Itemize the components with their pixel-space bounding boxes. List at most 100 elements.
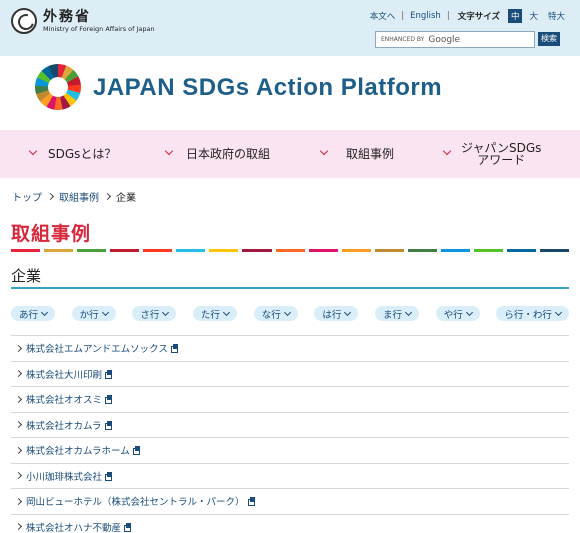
global-nav: SDGsとは？ 日本政府の取組 取組事例 ジャパンSDGs アワード [0,130,580,178]
kana-filter-bar: あ行 か行 さ行 た行 な行 は行 ま行 や行 ら行・わ行 [11,306,569,321]
nav-item-japan-sdgs-award[interactable]: ジャパンSDGs アワード [442,130,542,178]
chevron-down-icon [222,308,231,316]
kana-label: あ行 [19,309,39,321]
chevron-right-icon [14,497,23,505]
chevron-right-icon [14,344,23,352]
company-link[interactable]: 株式会社エムアンドエムソックス [26,341,168,355]
stripe-segment [308,249,338,252]
kana-label: や行 [443,309,463,321]
list-item[interactable]: 株式会社エムアンドエムソックス [11,335,569,361]
utility-links: 本文へ | English | 文字サイズ 中 大 特大 [370,9,568,23]
kana-filter-sa[interactable]: さ行 [132,306,177,321]
list-item[interactable]: 株式会社オオスミ [11,386,569,412]
kana-label: は行 [322,309,342,321]
search-input[interactable]: ENHANCED BY Google [375,31,535,48]
company-link[interactable]: 株式会社大川印刷 [26,367,102,381]
chevron-down-icon [28,146,38,156]
sdgs-color-stripe [11,249,570,252]
external-link-icon [105,395,113,405]
chevron-right-icon [14,421,23,429]
breadcrumb-case-studies[interactable]: 取組事例 [59,189,99,204]
list-item[interactable]: 株式会社大川印刷 [11,360,569,387]
list-item[interactable]: 岡山ビューホテル（株式会社セントラル・パーク） [11,488,569,514]
nav-item-case-studies[interactable]: 取組事例 [319,130,394,178]
chevron-right-icon [14,395,23,403]
kana-filter-ha[interactable]: は行 [314,306,359,321]
company-link[interactable]: 株式会社オカムラ [26,418,102,432]
english-link[interactable]: English [410,11,441,21]
stripe-segment [44,249,74,252]
kana-label: ま行 [383,309,403,321]
chevron-right-icon [14,523,23,531]
font-size-xlarge-button[interactable]: 特大 [545,9,568,23]
chevron-right-icon [14,446,23,454]
ministry-name-en: Ministry of Foreign Affairs of Japan [43,24,155,33]
chevron-down-icon [442,146,452,156]
company-link[interactable]: 株式会社オオスミ [26,392,102,406]
stripe-segment [77,249,107,252]
nav-item-about-sdgs[interactable]: SDGsとは？ [28,130,117,178]
chevron-down-icon [465,308,473,316]
chevron-down-icon [405,308,413,316]
chevron-down-icon [344,308,352,316]
external-link-icon [132,446,141,456]
divider: | [446,11,450,21]
sdgs-wheel-icon[interactable] [35,64,81,110]
stripe-segment [275,249,305,252]
kana-filter-ra-wa[interactable]: ら行・わ行 [496,306,569,321]
nav-label: 日本政府の取組 [186,147,271,161]
chevron-down-icon [162,308,170,316]
kana-label: ら行・わ行 [504,309,552,321]
font-size-label: 文字サイズ [457,12,500,22]
external-link-icon [105,369,113,379]
nav-label: ジャパンSDGs アワード [461,141,542,167]
kana-filter-a[interactable]: あ行 [11,306,56,321]
external-link-icon [124,522,132,532]
site-header: 外務省 Ministry of Foreign Affairs of Japan… [0,0,580,56]
list-item[interactable]: 株式会社オカムラ [11,411,569,438]
stripe-segment [506,249,536,252]
list-item[interactable]: 小川珈琲株式会社 [11,462,569,489]
kana-label: た行 [201,309,221,321]
font-size-medium-button[interactable]: 中 [507,9,523,23]
kana-label: な行 [261,309,281,321]
list-item[interactable]: 株式会社オハナ不動産 [11,513,569,533]
kana-filter-ka[interactable]: か行 [71,306,116,321]
chevron-down-icon [101,308,109,316]
nav-label: SDGsとは？ [48,147,117,161]
stripe-segment [374,249,404,252]
kana-filter-ya[interactable]: や行 [435,306,480,321]
stripe-segment [242,249,272,252]
search-button[interactable]: 検索 [538,32,560,46]
company-link[interactable]: 株式会社オカムラホーム [26,443,130,457]
stripe-segment [473,249,503,252]
font-size-large-button[interactable]: 大 [526,9,541,23]
stripe-segment [540,249,570,252]
nav-item-government[interactable]: 日本政府の取組 [164,130,271,178]
external-link-icon [104,420,113,430]
chevron-down-icon [283,308,291,316]
skip-to-content-link[interactable]: 本文へ [370,10,396,22]
kana-filter-na[interactable]: な行 [253,306,298,321]
stripe-segment [341,249,371,252]
company-link[interactable]: 株式会社オハナ不動産 [26,520,121,533]
chevron-down-icon [319,146,329,156]
platform-title[interactable]: JAPAN SDGs Action Platform [93,74,442,102]
mofa-logo[interactable]: 外務省 Ministry of Foreign Affairs of Japan [11,8,155,34]
search-enhanced-label: ENHANCED BY [381,36,425,43]
external-link-icon [105,471,113,481]
breadcrumb-home[interactable]: トップ [12,189,42,204]
stripe-segment [143,249,173,252]
stripe-segment [209,249,239,252]
company-link[interactable]: 岡山ビューホテル（株式会社セントラル・パーク） [26,494,245,508]
company-link[interactable]: 小川珈琲株式会社 [26,469,102,483]
chevron-down-icon [164,146,174,156]
external-link-icon [247,497,256,507]
chevron-right-icon [46,192,55,201]
page-title: 取組事例 [11,223,92,245]
kana-filter-ma[interactable]: ま行 [375,306,420,321]
kana-filter-ta[interactable]: た行 [193,306,238,321]
divider: | [401,11,405,21]
list-item[interactable]: 株式会社オカムラホーム [11,437,569,463]
section-divider [11,287,569,289]
